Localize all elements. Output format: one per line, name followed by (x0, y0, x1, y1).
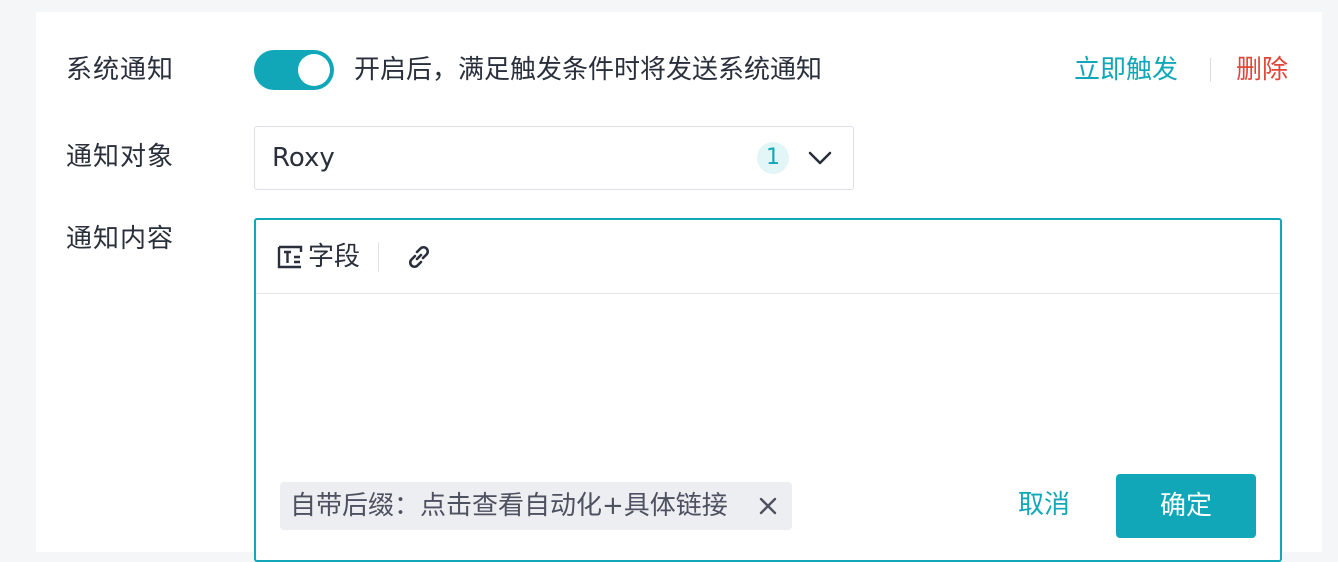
content-editor: 字段 自带后缀：点击查看自动化+具体链接 取消 确定 (254, 218, 1282, 562)
recipients-selected-value: Roxy (272, 143, 335, 173)
insert-field-label: 字段 (308, 242, 361, 272)
cancel-button[interactable]: 取消 (1018, 488, 1070, 522)
notification-settings-panel: 系统通知 开启后，满足触发条件时将发送系统通知 立即触发 删除 通知对象 Rox… (36, 12, 1322, 562)
confirm-button[interactable]: 确定 (1116, 474, 1256, 538)
link-icon[interactable] (404, 242, 434, 272)
close-icon[interactable] (758, 496, 778, 516)
system-notice-label: 系统通知 (66, 55, 175, 85)
system-notice-description: 开启后，满足触发条件时将发送系统通知 (354, 55, 823, 85)
chevron-down-icon (808, 151, 832, 165)
recipients-count-badge: 1 (757, 142, 789, 174)
recipients-select[interactable]: Roxy 1 (254, 126, 854, 190)
trigger-now-link[interactable]: 立即触发 (1074, 53, 1178, 87)
suffix-tag-text: 自带后缀：点击查看自动化+具体链接 (290, 491, 728, 521)
content-text-area[interactable] (256, 294, 1280, 474)
content-label: 通知内容 (66, 224, 175, 254)
system-notice-toggle[interactable] (254, 50, 334, 90)
recipients-label: 通知对象 (66, 142, 175, 172)
toggle-knob (298, 54, 330, 86)
editor-toolbar: 字段 (256, 220, 1280, 294)
toolbar-divider (378, 242, 379, 272)
text-field-icon (277, 245, 303, 269)
action-divider (1210, 58, 1211, 82)
suffix-tag: 自带后缀：点击查看自动化+具体链接 (280, 482, 792, 530)
delete-link[interactable]: 删除 (1236, 53, 1288, 87)
